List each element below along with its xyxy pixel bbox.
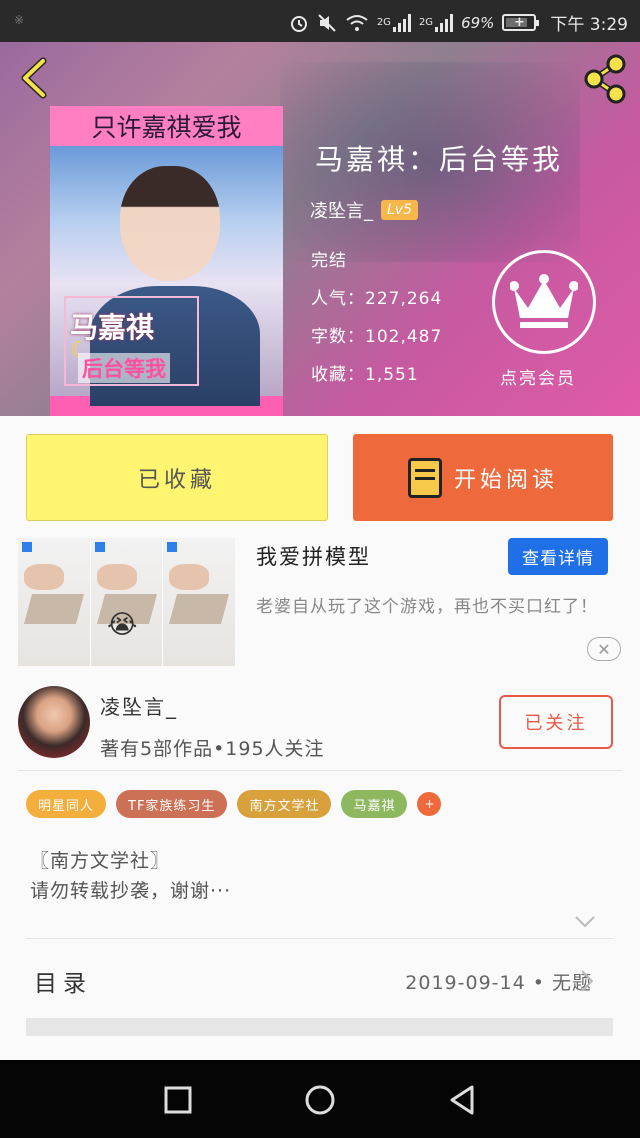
tag-item[interactable]: 马嘉祺: [341, 790, 408, 818]
add-tag-button[interactable]: +: [417, 792, 442, 816]
header-author-name[interactable]: 凌坠言_: [310, 197, 373, 223]
author-name[interactable]: 凌坠言_: [100, 691, 178, 720]
toc-label[interactable]: 目录: [34, 964, 92, 998]
mute-icon: [317, 13, 337, 33]
network-type-2: 2G: [418, 17, 434, 28]
book-detail-content: 已收藏 开始阅读 😭 我爱拼模型 查看详情 老婆自从玩了这个游戏，再也不买口红了…: [0, 416, 640, 1060]
battery-percent: 69%: [461, 13, 495, 32]
signal-icon: 2G: [376, 13, 411, 32]
followed-button[interactable]: 已关注: [499, 695, 613, 749]
ad-close-button[interactable]: ✕: [587, 637, 621, 661]
book-cover[interactable]: 只许嘉祺爱我 马嘉祺 ☾ 后台等我: [50, 106, 283, 416]
ad-view-details-button[interactable]: 查看详情: [508, 538, 608, 575]
system-nav-bar: [0, 1060, 640, 1138]
signal-icon-2: 2G: [418, 13, 454, 32]
crying-emoji-icon: 😭: [107, 610, 138, 640]
avatar[interactable]: [18, 686, 90, 758]
close-icon: ✕: [597, 639, 611, 659]
author-meta: 著有5部作品•195人关注: [100, 738, 325, 760]
book-title: 马嘉祺：后台等我: [315, 143, 564, 176]
ad-title[interactable]: 我爱拼模型: [256, 541, 371, 571]
back-button[interactable]: [14, 56, 54, 100]
divider: [26, 938, 613, 939]
crown-icon: [510, 274, 578, 328]
vip-button[interactable]: [492, 250, 596, 354]
toc-chevron-right-icon[interactable]: [580, 969, 594, 993]
chevron-left-icon: [21, 57, 47, 99]
divider: [18, 770, 622, 771]
book-popularity: 人气：227,264: [311, 289, 443, 309]
battery-icon: +: [502, 14, 540, 31]
cover-top-text: 只许嘉祺爱我: [50, 106, 283, 146]
start-reading-button[interactable]: 开始阅读: [353, 434, 613, 521]
alarm-icon: [289, 13, 309, 33]
start-reading-label: 开始阅读: [453, 467, 558, 493]
cover-sub-text: 后台等我: [78, 353, 170, 383]
clock: 下午 3:29: [550, 15, 628, 35]
book-favorites: 收藏：1,551: [311, 365, 419, 385]
status-bar: ※ 2G 2G 69% + 下午 3:29: [0, 0, 640, 42]
tag-list: 明星同人 TF家族练习生 南方文学社 马嘉祺 +: [26, 790, 442, 818]
book-header: 只许嘉祺爱我 马嘉祺 ☾ 后台等我 马嘉祺：后台等我 凌坠言_ Lv5 完结 人…: [0, 42, 640, 416]
back-nav-button[interactable]: [442, 1080, 482, 1120]
network-type-1: 2G: [376, 17, 391, 28]
ad-description[interactable]: 老婆自从玩了这个游戏，再也不买口红了！: [256, 594, 606, 621]
level-badge: Lv5: [381, 200, 418, 220]
recent-apps-button[interactable]: [158, 1080, 198, 1120]
notification-icon: ※: [14, 13, 25, 27]
tag-item[interactable]: 明星同人: [26, 790, 107, 818]
collected-button[interactable]: 已收藏: [26, 434, 328, 521]
ad-thumbnail[interactable]: 😭: [18, 538, 235, 666]
book-word-count: 字数：102,487: [311, 327, 443, 347]
tag-item[interactable]: 南方文学社: [237, 790, 332, 818]
book-status: 完结: [311, 251, 347, 271]
header-author-row: 凌坠言_ Lv5: [310, 197, 418, 223]
home-button[interactable]: [300, 1080, 340, 1120]
vip-label[interactable]: 点亮会员: [500, 364, 576, 389]
tag-item[interactable]: TF家族练习生: [116, 790, 228, 818]
intro-line: 〖南方文学社〗: [30, 850, 171, 872]
square-icon: [164, 1086, 192, 1114]
section-separator: [26, 1018, 613, 1036]
triangle-back-icon: [450, 1085, 474, 1115]
share-icon: [584, 54, 626, 104]
intro-line: 请勿转载抄袭，谢谢···: [30, 880, 232, 902]
chevron-down-icon: [575, 916, 595, 928]
expand-button[interactable]: [574, 914, 596, 928]
wifi-icon: [345, 13, 369, 33]
share-button[interactable]: [580, 54, 630, 104]
circle-icon: [305, 1085, 335, 1115]
book-icon: [407, 457, 442, 498]
book-intro[interactable]: 〖南方文学社〗 请勿转载抄袭，谢谢···: [30, 846, 231, 906]
toc-latest-chapter[interactable]: 2019-09-14 • 无题: [405, 968, 592, 995]
